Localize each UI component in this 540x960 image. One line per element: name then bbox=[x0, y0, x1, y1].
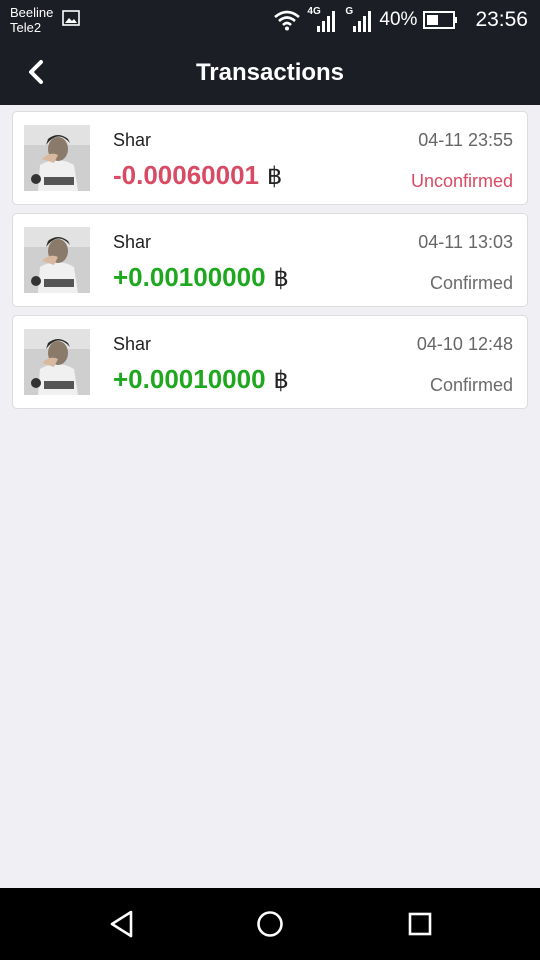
amount-value: +0.00010000 bbox=[113, 364, 266, 394]
circle-home-icon bbox=[257, 911, 283, 937]
signal-g: G bbox=[343, 6, 373, 34]
avatar bbox=[24, 329, 90, 395]
avatar bbox=[24, 125, 90, 191]
currency-symbol: ฿ bbox=[267, 163, 283, 190]
transaction-list: Shar -0.00060001 ฿ 04-11 23:55 Unconfirme… bbox=[12, 111, 528, 417]
transaction-date: 04-11 23:55 bbox=[418, 130, 513, 150]
nav-home-button[interactable] bbox=[250, 904, 290, 944]
battery-icon bbox=[423, 11, 458, 29]
transaction-amount: +0.00010000 ฿ bbox=[113, 364, 289, 395]
avatar-person-icon bbox=[24, 125, 90, 191]
avatar bbox=[24, 227, 90, 293]
app-bar: Transactions bbox=[0, 40, 540, 105]
amount-value: +0.00100000 bbox=[113, 262, 266, 292]
nav-recents-button[interactable] bbox=[400, 904, 440, 944]
sender-name: Shar bbox=[113, 334, 152, 354]
carrier-1: Beeline bbox=[10, 5, 54, 20]
page-title: Transactions bbox=[195, 59, 345, 86]
nav-back-button[interactable] bbox=[102, 904, 142, 944]
transaction-date: 04-10 12:48 bbox=[416, 334, 513, 354]
square-recents-icon bbox=[408, 912, 432, 936]
transaction-amount: -0.00060001 ฿ bbox=[113, 160, 282, 191]
battery-percent: 40% bbox=[379, 9, 418, 30]
gallery-icon bbox=[62, 10, 80, 26]
carrier-names: Beeline Tele2 bbox=[10, 5, 53, 35]
carrier-2: Tele2 bbox=[10, 20, 42, 35]
signal-bars-icon bbox=[317, 11, 336, 32]
transaction-amount: +0.00100000 ฿ bbox=[113, 262, 289, 293]
transaction-status: Confirmed bbox=[429, 273, 513, 293]
transaction-date: 04-11 13:03 bbox=[418, 232, 513, 252]
signal-4g: 4G bbox=[307, 6, 337, 34]
clock: 23:56 bbox=[475, 8, 528, 31]
system-nav-bar bbox=[0, 888, 540, 960]
transaction-item[interactable]: Shar -0.00060001 ฿ 04-11 23:55 Unconfirme… bbox=[12, 111, 528, 205]
amount-value: -0.00060001 bbox=[113, 160, 260, 190]
triangle-back-icon bbox=[110, 910, 133, 938]
sender-name: Shar bbox=[113, 232, 152, 252]
avatar-person-icon bbox=[24, 227, 90, 293]
wifi-icon bbox=[274, 10, 301, 31]
transaction-item[interactable]: Shar +0.00100000 ฿ 04-11 13:03 Confirmed bbox=[12, 213, 528, 307]
transaction-item[interactable]: Shar +0.00010000 ฿ 04-10 12:48 Confirmed bbox=[12, 315, 528, 409]
avatar-person-icon bbox=[24, 329, 90, 395]
currency-symbol: ฿ bbox=[273, 367, 289, 394]
signal-bars-icon bbox=[353, 11, 372, 32]
currency-symbol: ฿ bbox=[273, 265, 289, 292]
status-bar: Beeline Tele2 4G G 40% 23:56 bbox=[0, 0, 540, 40]
sender-name: Shar bbox=[113, 130, 152, 150]
transaction-status: Confirmed bbox=[429, 375, 513, 395]
transaction-status: Unconfirmed bbox=[410, 171, 513, 191]
